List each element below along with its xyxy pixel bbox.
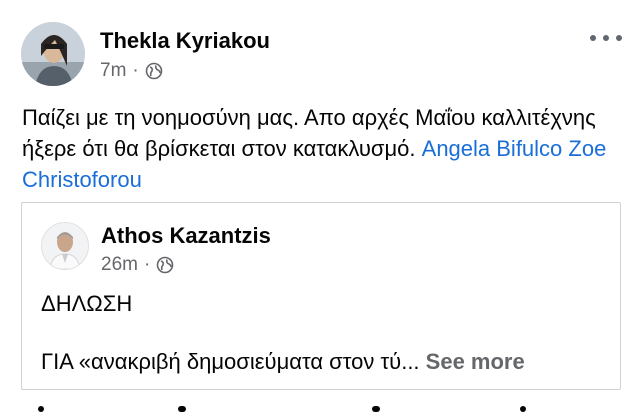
meta-separator: ·: [132, 60, 139, 81]
post-body: Παίζει με τη νοημοσύνη μας. Απο αρχές Μα…: [22, 102, 622, 195]
cutoff-mark: [38, 406, 44, 412]
shared-text-excerpt: ΓΙΑ «ανακριβή δημοσιεύματα στον τύ... Se…: [41, 349, 525, 375]
see-more-link[interactable]: See more: [426, 349, 525, 374]
globe-icon[interactable]: [145, 62, 163, 80]
globe-icon[interactable]: [156, 256, 174, 274]
meta-separator: ·: [143, 254, 151, 275]
post-author-name[interactable]: Thekla Kyriakou: [100, 28, 270, 54]
post-author-avatar[interactable]: [21, 22, 85, 86]
shared-author-name[interactable]: Athos Kazantzis: [101, 223, 271, 249]
post-meta: 7m ·: [100, 60, 163, 82]
cutoff-mark: [372, 406, 380, 412]
shared-timestamp[interactable]: 26m: [101, 254, 138, 276]
more-dot: [590, 35, 596, 41]
cutoff-mark: [520, 406, 526, 412]
more-options-icon[interactable]: [590, 28, 622, 48]
avatar-photo: [21, 22, 85, 86]
more-dot: [616, 35, 622, 41]
post-timestamp[interactable]: 7m: [100, 60, 126, 82]
more-dot: [603, 35, 609, 41]
cutoff-mark: [178, 406, 186, 412]
shared-avatar-photo: [42, 223, 88, 269]
shared-text-heading: ΔΗΛΩΣΗ: [41, 291, 133, 316]
shared-post-card[interactable]: Athos Kazantzis 26m · ΔΗΛΩΣΗ ΓΙΑ «ανακρι…: [21, 202, 621, 390]
shared-post-meta: 26m ·: [101, 254, 174, 276]
next-row-cutoff: [0, 400, 640, 412]
shared-excerpt-text: ΓΙΑ «ανακριβή δημοσιεύματα στον τύ...: [41, 349, 420, 374]
shared-author-avatar[interactable]: [41, 222, 89, 270]
